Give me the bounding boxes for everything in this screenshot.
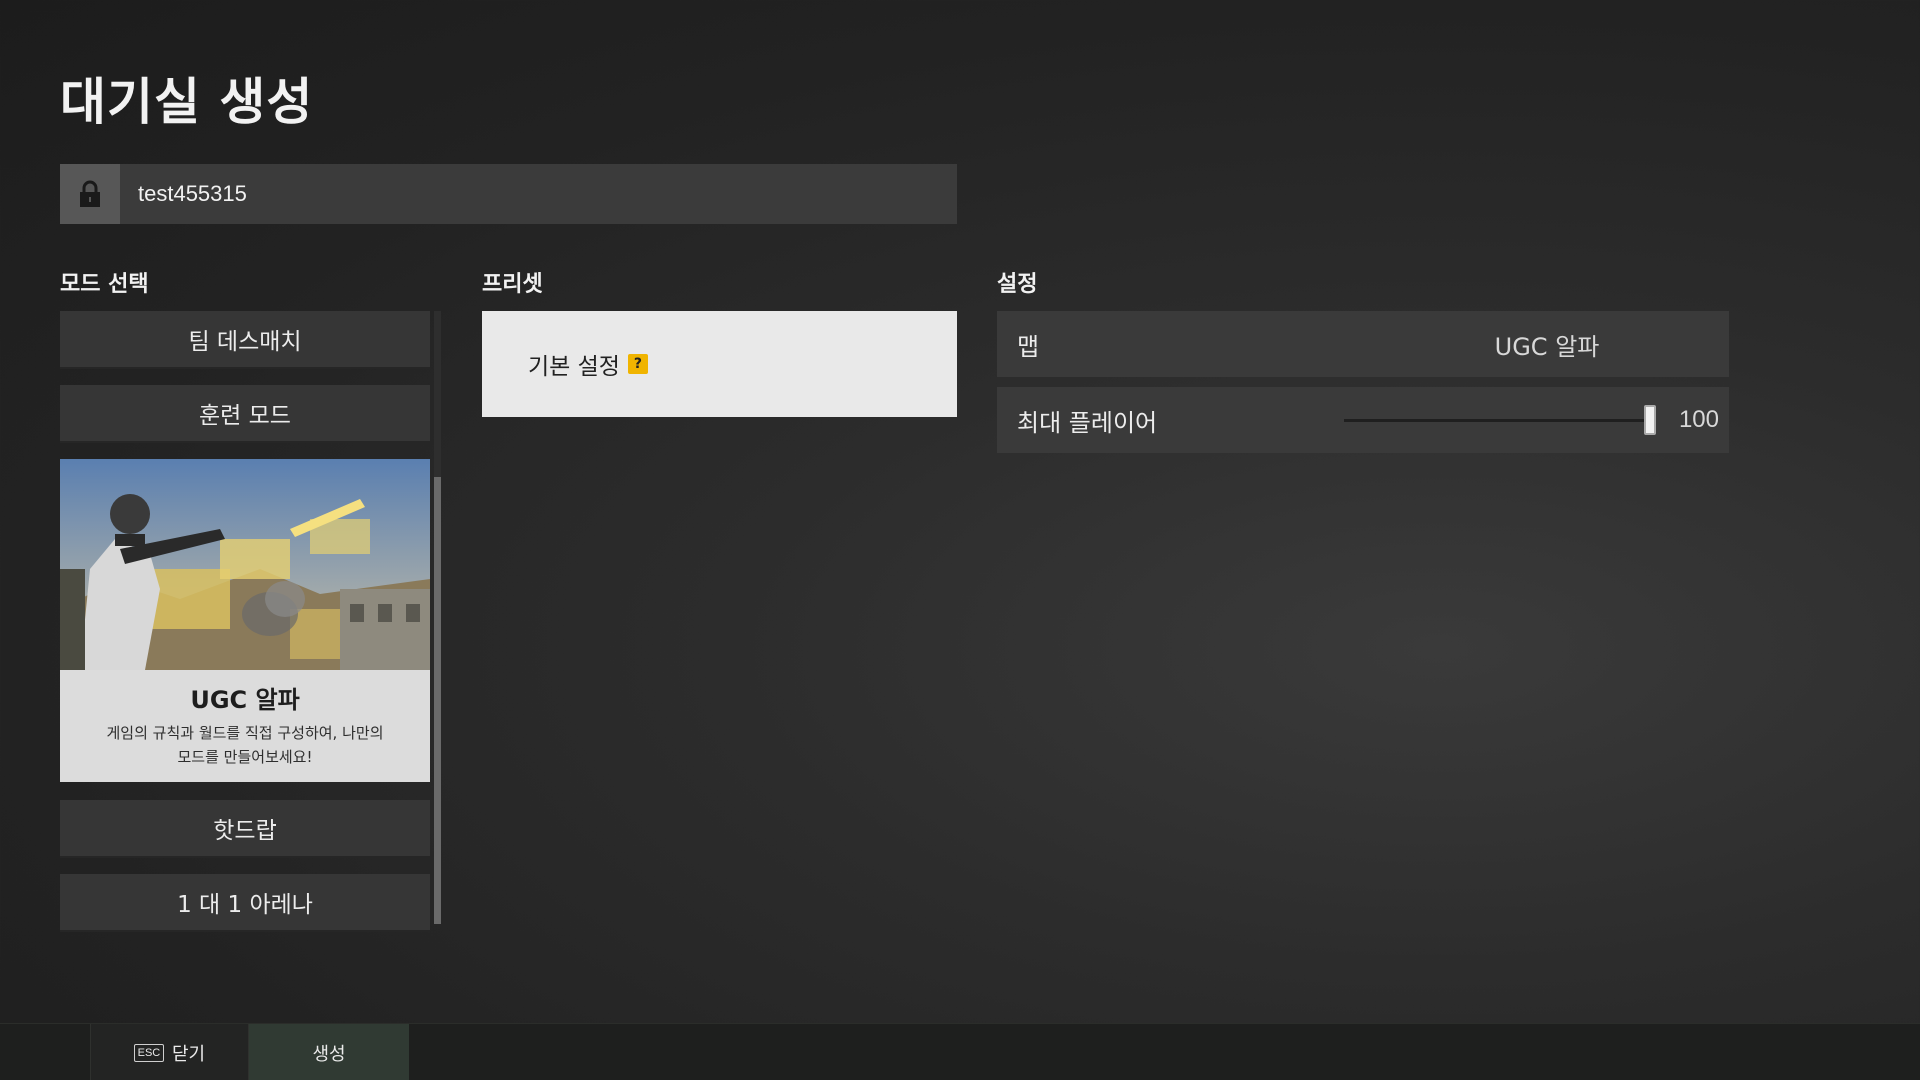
mode-hot-drop[interactable]: 핫드랍	[60, 800, 430, 856]
create-button-label: 생성	[312, 1043, 346, 1065]
setting-map[interactable]: 맵 UGC 알파	[997, 311, 1729, 377]
max-players-slider-thumb[interactable]	[1644, 405, 1656, 435]
settings-heading: 설정	[997, 272, 1038, 297]
lock-icon[interactable]	[60, 164, 120, 224]
mode-card-desc-line1: 게임의 규칙과 월드를 직접 구성하여, 나만의	[106, 724, 384, 742]
close-button[interactable]: ESC 닫기	[90, 1024, 249, 1080]
create-button[interactable]: 생성	[249, 1024, 409, 1080]
mode-1v1-arena[interactable]: 1 대 1 아레나	[60, 874, 430, 930]
preset-default[interactable]: 기본 설정 ?	[482, 311, 957, 417]
setting-max-players-label: 최대 플레이어	[1017, 408, 1158, 437]
setting-map-label: 맵	[1017, 332, 1040, 361]
preset-label: 기본 설정	[528, 354, 620, 380]
mode-team-deathmatch[interactable]: 팀 데스매치	[60, 311, 430, 367]
room-name-field[interactable]: test455315	[60, 164, 957, 224]
max-players-slider[interactable]	[1344, 419, 1656, 422]
mode-select-heading: 모드 선택	[60, 272, 149, 297]
room-name-value: test455315	[138, 181, 247, 206]
max-players-slider-fill	[1344, 419, 1656, 422]
setting-max-players: 최대 플레이어 100	[997, 387, 1729, 453]
preset-heading: 프리셋	[482, 272, 543, 297]
mode-list-scrollbar[interactable]	[434, 311, 441, 924]
page-title: 대기실 생성	[60, 73, 314, 131]
mode-training[interactable]: 훈련 모드	[60, 385, 430, 441]
close-button-label: 닫기	[171, 1043, 206, 1065]
mode-art-image	[60, 459, 430, 670]
bottom-bar: ESC 닫기 생성	[0, 1023, 1920, 1080]
mode-list-scrollbar-thumb[interactable]	[434, 477, 441, 924]
max-players-value: 100	[1678, 406, 1719, 433]
esc-key-icon: ESC	[133, 1043, 164, 1062]
help-icon[interactable]: ?	[627, 354, 648, 374]
mode-card-title: UGC 알파	[190, 686, 300, 714]
mode-ugc-alpha-card[interactable]: UGC 알파 게임의 규칙과 월드를 직접 구성하여, 나만의 모드를 만들어보…	[60, 459, 430, 782]
mode-card-desc-line2: 모드를 만들어보세요!	[177, 748, 313, 766]
mode-list: 팀 데스매치 훈련 모드 UGC 알파 게임의 규칙과 월드를 직접 구성하여,…	[60, 311, 430, 948]
setting-map-value[interactable]: UGC 알파	[1397, 327, 1697, 362]
mode-card-description: 게임의 규칙과 월드를 직접 구성하여, 나만의 모드를 만들어보세요!	[60, 721, 430, 769]
